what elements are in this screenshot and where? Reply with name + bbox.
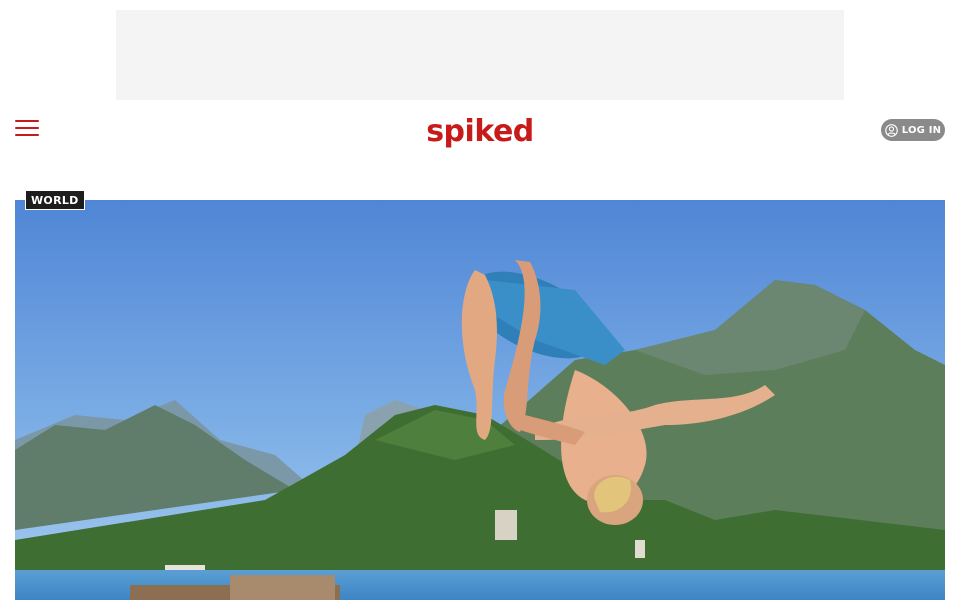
site-logo[interactable]: spiked xyxy=(410,110,550,154)
logo-text: spiked xyxy=(426,114,534,149)
hero-photo xyxy=(15,200,945,600)
hero-image[interactable] xyxy=(15,200,945,600)
login-label: LOG IN xyxy=(901,124,942,136)
hamburger-menu-icon[interactable] xyxy=(15,120,39,138)
category-tag[interactable]: WORLD xyxy=(25,190,85,210)
site-header: spiked LOG IN xyxy=(0,100,960,180)
user-icon xyxy=(884,123,898,137)
category-label: WORLD xyxy=(31,193,79,207)
ad-banner xyxy=(116,10,844,100)
login-button[interactable]: LOG IN xyxy=(881,119,945,141)
